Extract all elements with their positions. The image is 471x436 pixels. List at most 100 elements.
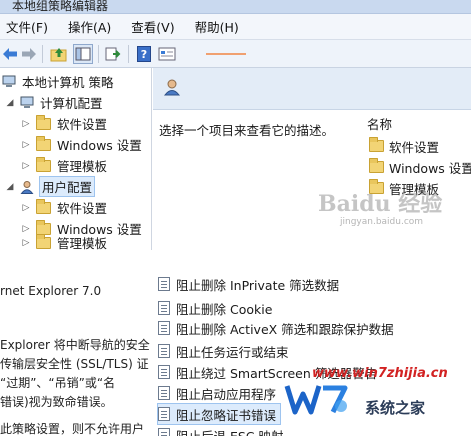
collapsed-arrow-icon[interactable]: ▷ xyxy=(20,203,32,213)
toolbar-separator xyxy=(42,45,43,63)
policy-item[interactable]: 阻止后退 ESC 映射 xyxy=(158,425,284,436)
column-header-name[interactable]: 名称 xyxy=(367,114,392,133)
help-button[interactable]: ? xyxy=(136,44,152,64)
folder-icon xyxy=(36,198,51,214)
tree-computer-admin[interactable]: ▷ 管理模板 xyxy=(20,155,107,176)
policy-setting-icon xyxy=(158,407,170,421)
tree-view-icon xyxy=(75,47,91,61)
show-tree-button[interactable] xyxy=(73,44,93,64)
svg-text:?: ? xyxy=(141,48,147,61)
help-icon: ? xyxy=(137,46,151,62)
up-folder-icon xyxy=(50,48,67,62)
help-line: “过期”、“吊销”或“名 xyxy=(0,376,116,390)
tree-user-admin[interactable]: ▷ 管理模板 xyxy=(20,232,107,250)
toolbar-separator xyxy=(128,45,129,63)
folder-icon xyxy=(36,156,51,172)
navigation-tree: 本地计算机 策略 ◢ 计算机配置 ▷ 软件设置 ▷ Windows 设置 ▷ 管… xyxy=(0,68,152,250)
win7-logo-icon xyxy=(283,380,351,418)
properties-icon xyxy=(158,47,176,61)
tree-computer-windows[interactable]: ▷ Windows 设置 xyxy=(20,134,142,155)
help-line: 传输层安全性 (SSL/TLS) 证 xyxy=(0,357,149,371)
computer-icon xyxy=(20,96,34,110)
folder-icon xyxy=(36,114,51,130)
window-title: 本地组策略编辑器 xyxy=(12,0,109,13)
policy-item[interactable]: 阻止任务运行或结束 xyxy=(158,341,289,361)
policy-item[interactable]: 阻止删除 InPrivate 筛选数据 xyxy=(158,274,339,294)
policy-label: 阻止后退 ESC 映射 xyxy=(176,428,284,436)
baidu-watermark-url: jingyan.baidu.com xyxy=(340,217,424,227)
tree-item-label: 管理模板 xyxy=(57,236,108,250)
highlight-mark xyxy=(206,53,246,55)
computer-icon xyxy=(2,75,16,89)
tree-item-label: 软件设置 xyxy=(57,201,108,216)
toolbar-separator xyxy=(98,45,99,63)
collapsed-arrow-icon[interactable]: ▷ xyxy=(20,140,32,150)
tree-computer-software[interactable]: ▷ 软件设置 xyxy=(20,113,107,134)
policy-setting-icon xyxy=(158,301,170,315)
forward-arrow-icon xyxy=(22,48,36,60)
tree-item-label: 管理模板 xyxy=(57,159,108,174)
policy-item[interactable]: 阻止删除 Cookie xyxy=(158,298,272,318)
properties-button[interactable] xyxy=(158,44,176,64)
collapsed-arrow-icon[interactable]: ▷ xyxy=(20,161,32,171)
help-line: rnet Explorer 7.0 xyxy=(0,284,102,298)
policy-setting-icon xyxy=(158,428,170,436)
policy-label: 阻止忽略证书错误 xyxy=(176,407,277,423)
policy-label: 阻止任务运行或结束 xyxy=(176,344,289,360)
tree-root[interactable]: 本地计算机 策略 xyxy=(2,71,113,92)
folder-icon xyxy=(36,135,51,151)
back-button[interactable] xyxy=(2,44,18,64)
folder-icon xyxy=(369,158,384,173)
menu-bar: 文件(F) 操作(A) 查看(V) 帮助(H) xyxy=(0,14,471,40)
back-arrow-icon xyxy=(3,48,17,60)
policy-setting-icon xyxy=(158,386,170,400)
tree-item-label: Windows 设置 xyxy=(57,138,142,153)
help-line: Explorer 将中断导航的安全 xyxy=(0,338,150,352)
export-list-button[interactable] xyxy=(104,44,122,64)
expanded-arrow-icon[interactable]: ◢ xyxy=(4,182,16,192)
policy-label: 阻止启动应用程序 xyxy=(176,386,277,402)
policy-setting-icon xyxy=(158,277,170,291)
collapsed-arrow-icon[interactable]: ▷ xyxy=(20,119,32,129)
list-item[interactable]: 软件设置 xyxy=(369,136,439,156)
user-icon xyxy=(20,180,34,194)
collapsed-arrow-icon[interactable]: ▷ xyxy=(20,238,32,248)
policy-setting-icon xyxy=(158,321,170,335)
help-description: rnet Explorer 7.0 Explorer 将中断导航的安全 传输层安… xyxy=(0,250,150,436)
tree-computer-config[interactable]: ◢ 计算机配置 xyxy=(4,92,103,113)
policy-item[interactable]: 阻止启动应用程序 xyxy=(158,383,276,403)
details-header xyxy=(153,68,471,110)
up-folder-button[interactable] xyxy=(50,44,68,64)
tree-item-label: 软件设置 xyxy=(57,117,108,132)
tree-user-software[interactable]: ▷ 软件设置 xyxy=(20,197,107,218)
description-text: 选择一个项目来查看它的描述。 xyxy=(159,123,335,138)
menu-action[interactable]: 操作(A) xyxy=(68,17,111,36)
policy-label: 阻止删除 Cookie xyxy=(176,301,273,317)
export-icon xyxy=(105,47,121,61)
site-url-watermark: www.win7zhijia.cn xyxy=(312,366,448,381)
menu-view[interactable]: 查看(V) xyxy=(131,17,174,36)
help-line: 此策略设置，则不允许用户 xyxy=(0,422,145,436)
baidu-watermark: Baidu 经验 xyxy=(318,191,443,217)
menu-file[interactable]: 文件(F) xyxy=(6,17,48,36)
folder-icon xyxy=(369,137,384,152)
policy-setting-icon xyxy=(158,365,170,379)
policy-item-selected[interactable]: 阻止忽略证书错误 xyxy=(156,403,282,425)
details-pane: 选择一个项目来查看它的描述。 名称 软件设置 Windows 设置 管理模板 xyxy=(153,68,471,250)
forward-button[interactable] xyxy=(21,44,37,64)
list-item-label: Windows 设置 xyxy=(389,160,471,176)
expanded-arrow-icon[interactable]: ◢ xyxy=(4,98,16,108)
folder-icon xyxy=(36,233,51,249)
tree-user-config[interactable]: ◢ 用户配置 xyxy=(4,176,96,197)
menu-help[interactable]: 帮助(H) xyxy=(195,17,239,36)
list-item-label: 软件设置 xyxy=(389,139,440,155)
tree-computer-config-label: 计算机配置 xyxy=(40,96,103,111)
policy-label: 阻止删除 ActiveX 筛选和跟踪保护数据 xyxy=(176,321,394,337)
site-name-watermark: 系统之家 xyxy=(365,399,426,417)
policy-setting-icon xyxy=(158,344,170,358)
title-bar: 本地组策略编辑器 xyxy=(0,0,471,14)
policy-label: 阻止删除 InPrivate 筛选数据 xyxy=(176,277,340,293)
tree-root-label: 本地计算机 策略 xyxy=(22,75,114,90)
list-item[interactable]: Windows 设置 xyxy=(369,157,471,177)
policy-item[interactable]: 阻止删除 ActiveX 筛选和跟踪保护数据 xyxy=(158,318,394,338)
